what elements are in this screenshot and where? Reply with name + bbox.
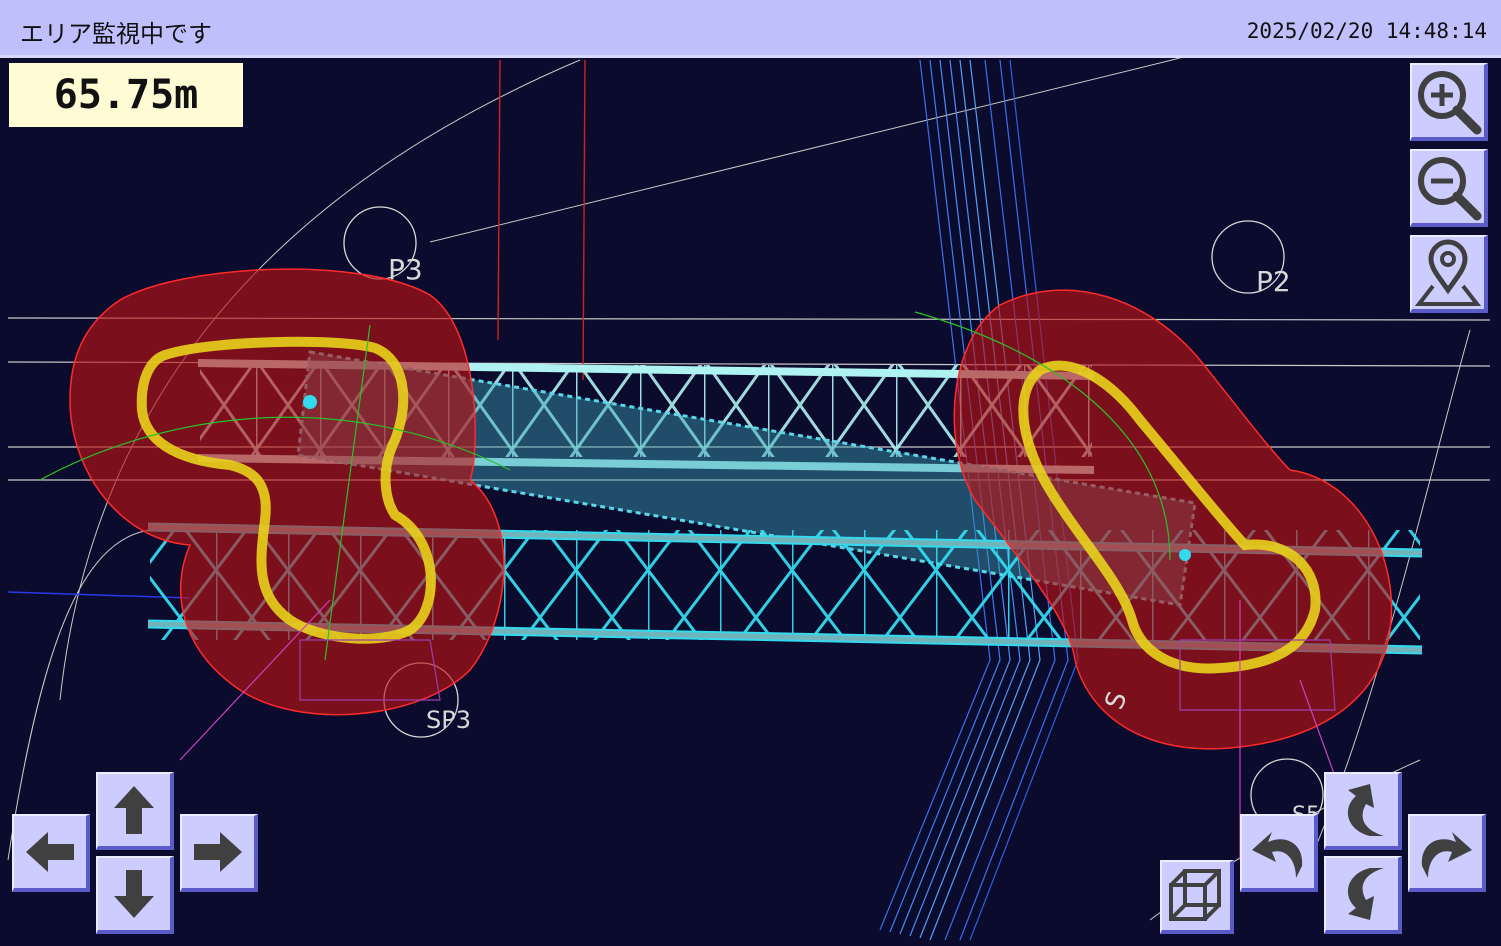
arrow-down-icon [114,870,154,918]
map-canvas[interactable]: P3 P2 SP3 S S5 [0,58,1501,946]
tilt-up-icon [1347,784,1384,836]
monitor-screen: P3 P2 SP3 S S5 エリア監視中です 2025/02/20 14:48… [0,0,1501,946]
map-pin-icon [1414,239,1482,306]
label-p2: P2 [1256,265,1291,298]
rotate-ccw-button[interactable] [1240,814,1318,892]
tilt-up-button[interactable] [1324,772,1402,850]
distance-readout: 65.75m [9,63,243,127]
status-header: エリア監視中です 2025/02/20 14:48:14 [0,0,1501,58]
arrow-right-icon [194,832,242,872]
location-button[interactable] [1410,235,1488,313]
zoom-in-button[interactable] [1410,63,1488,141]
pan-left-button[interactable] [12,814,90,892]
tilt-down-icon [1347,868,1384,920]
label-p3: P3 [388,253,423,286]
zoom-out-button[interactable] [1410,149,1488,227]
rotate-cw-button[interactable] [1408,814,1486,892]
datetime-display: 2025/02/20 14:48:14 [1246,19,1487,43]
pan-up-button[interactable] [96,772,174,850]
view-3d-button[interactable] [1160,860,1234,934]
status-text: エリア監視中です [20,20,212,48]
pan-right-button[interactable] [180,814,258,892]
magnifier-minus-icon [1418,157,1482,221]
rotate-ccw-icon [1252,832,1303,878]
arrow-up-icon [114,786,154,834]
label-sp3: SP3 [426,706,471,734]
pan-down-button[interactable] [96,856,174,934]
wireframe-cube-icon [1169,869,1221,921]
tilt-down-button[interactable] [1324,856,1402,934]
arrow-left-icon [26,832,74,872]
magnifier-plus-icon [1418,71,1482,135]
rotate-cw-icon [1421,832,1472,878]
